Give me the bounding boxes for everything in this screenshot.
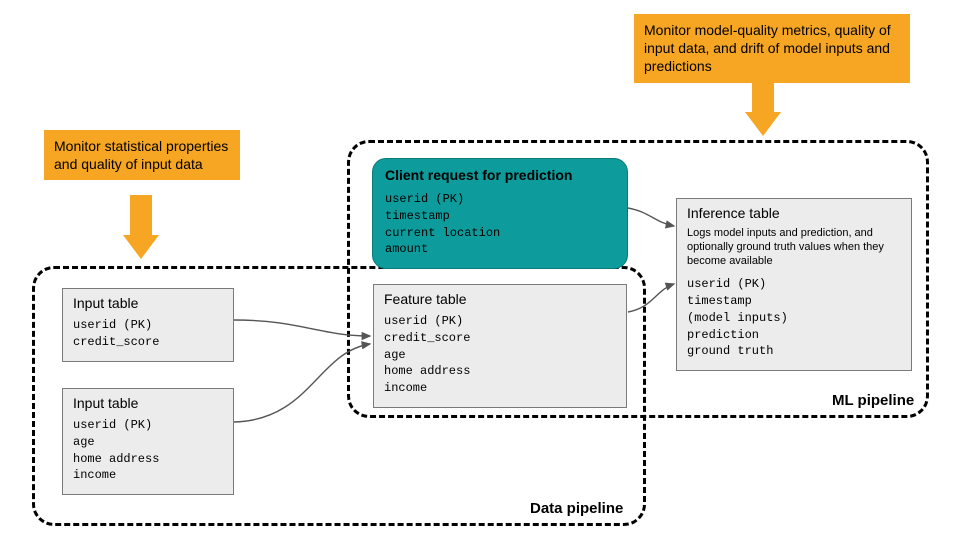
table-title: Feature table	[384, 291, 616, 307]
callout-data-quality: Monitor statistical properties and quali…	[44, 130, 240, 180]
table-desc: Logs model inputs and prediction, and op…	[687, 227, 901, 268]
data-pipeline-label: Data pipeline	[530, 500, 623, 517]
table-title: Input table	[73, 395, 223, 411]
table-fields: userid (PK) credit_score age home addres…	[384, 313, 616, 397]
table-fields: userid (PK) credit_score	[73, 317, 223, 351]
feature-table: Feature table userid (PK) credit_score a…	[373, 284, 627, 408]
input-table-1: Input table userid (PK) credit_score	[62, 288, 234, 362]
arrow-down-icon	[130, 195, 152, 235]
client-request-box: Client request for prediction userid (PK…	[372, 158, 628, 269]
input-table-2: Input table userid (PK) age home address…	[62, 388, 234, 495]
ml-pipeline-label: ML pipeline	[832, 392, 914, 409]
arrow-down-icon	[752, 78, 774, 112]
client-title: Client request for prediction	[385, 167, 615, 183]
arrow-head-icon	[745, 112, 781, 136]
client-fields: userid (PK) timestamp current location a…	[385, 191, 615, 258]
callout-model-quality: Monitor model-quality metrics, quality o…	[634, 14, 910, 83]
table-title: Inference table	[687, 205, 901, 221]
arrow-head-icon	[123, 235, 159, 259]
table-fields: userid (PK) timestamp (model inputs) pre…	[687, 276, 901, 360]
table-fields: userid (PK) age home address income	[73, 417, 223, 484]
table-title: Input table	[73, 295, 223, 311]
inference-table: Inference table Logs model inputs and pr…	[676, 198, 912, 371]
